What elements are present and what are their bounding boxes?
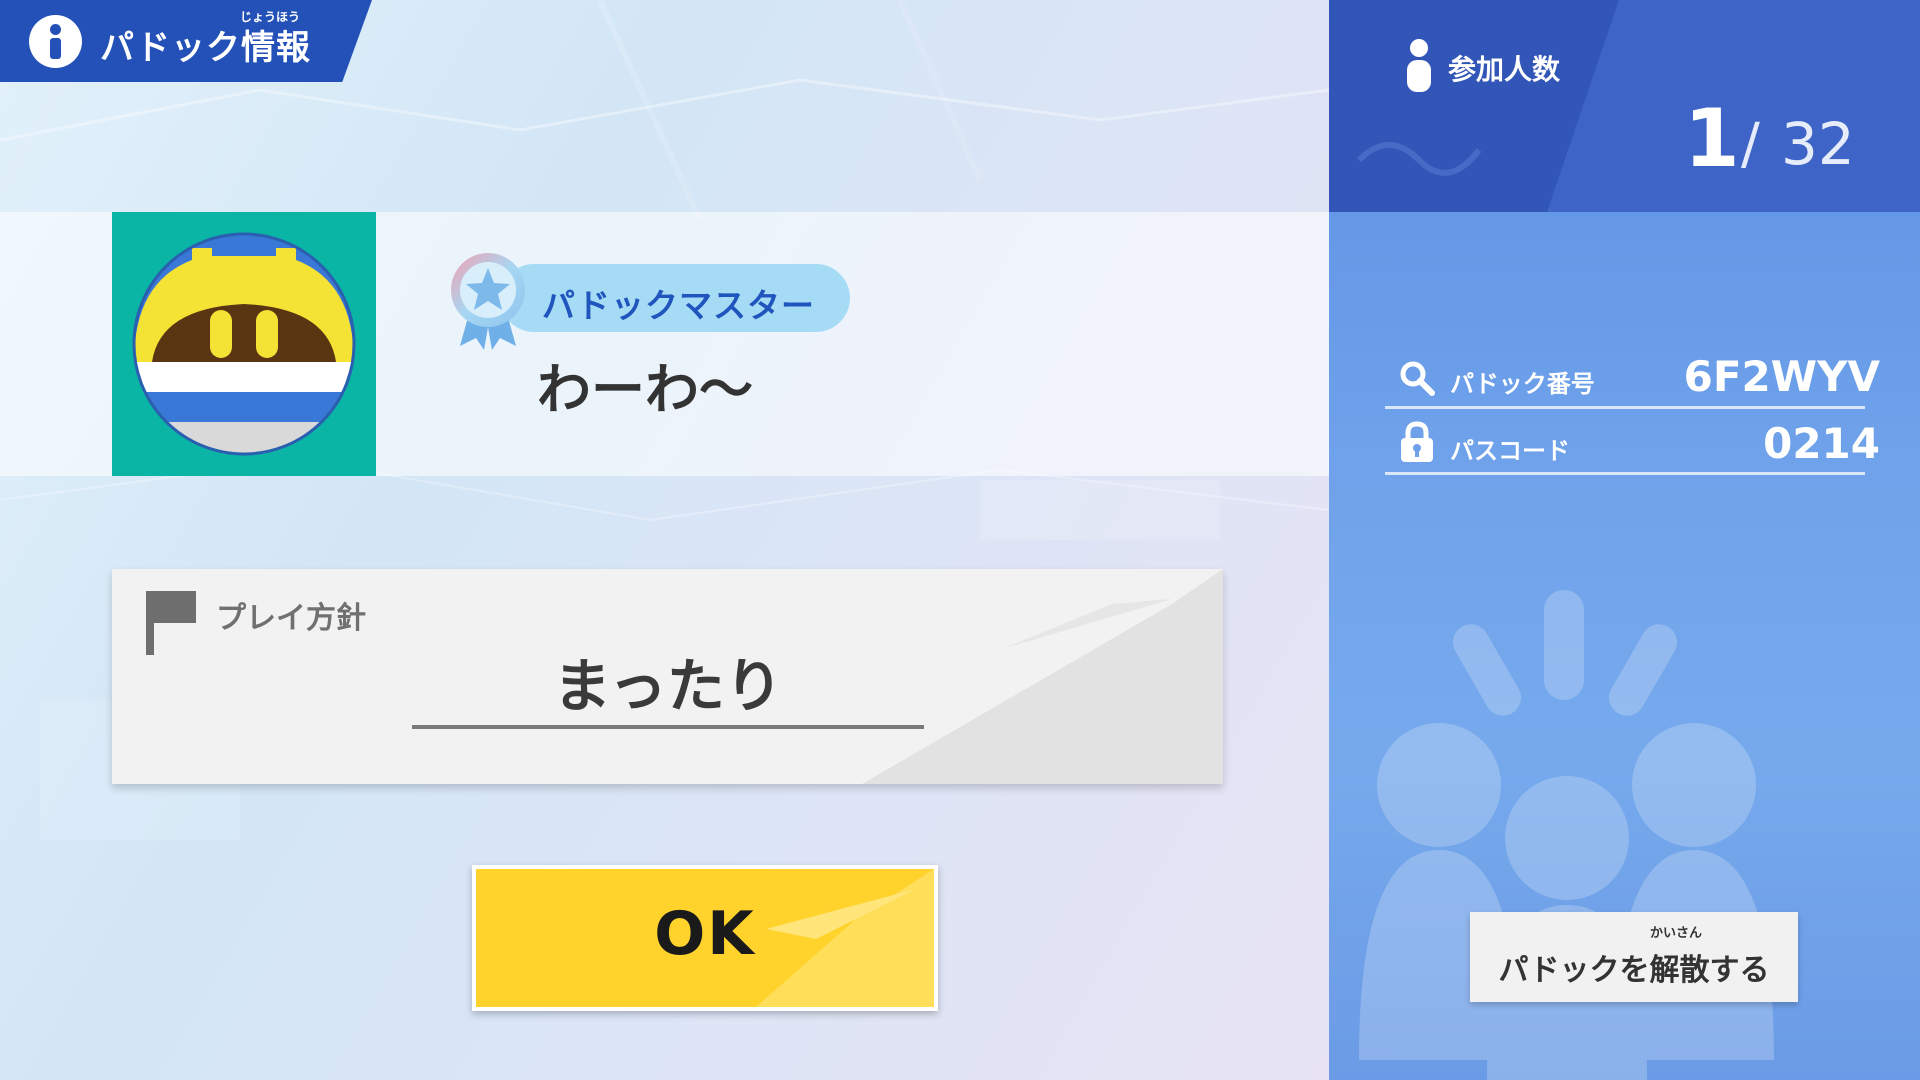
play-policy-label: プレイ方針 xyxy=(216,601,366,636)
crowd-decoration xyxy=(1359,590,1774,1080)
participants-label: 参加人数 xyxy=(1448,53,1561,86)
disband-ruby: かいさん xyxy=(1650,926,1703,941)
paddock-number-value: 6F2WYV xyxy=(1683,352,1880,401)
info-icon xyxy=(29,15,82,68)
participants-max: 32 xyxy=(1781,110,1855,178)
avatar xyxy=(112,212,376,476)
disband-button-label: パドックを解散する xyxy=(1498,953,1770,988)
flag-icon xyxy=(146,591,196,655)
paddock-info-screen: じょうほう パドック情報 パドックマスター わーわ〜 プレイ方針 まったり OK… xyxy=(0,0,1920,1080)
participants-current: 1 xyxy=(1684,92,1740,185)
passcode-divider xyxy=(1385,472,1865,475)
rank-title: パドックマスター xyxy=(542,286,815,325)
paddock-number-divider xyxy=(1385,406,1865,409)
play-policy-card: プレイ方針 まったり xyxy=(112,569,1223,784)
person-icon xyxy=(1407,39,1431,92)
player-name: わーわ〜 xyxy=(537,358,753,421)
ok-button-label: OK xyxy=(654,899,756,969)
magolor-ship-avatar-icon xyxy=(132,232,356,456)
header-tab: じょうほう パドック情報 xyxy=(0,0,372,82)
play-policy-value: まったり xyxy=(553,652,783,720)
passcode-value: 0214 xyxy=(1763,419,1880,468)
participants-header: 参加人数 1 / 32 xyxy=(1329,0,1920,212)
star-medal-icon xyxy=(451,253,525,350)
play-policy-underline xyxy=(412,725,924,729)
ok-button[interactable]: OK xyxy=(472,865,938,1011)
lock-icon xyxy=(1401,421,1433,462)
right-panel: 参加人数 1 / 32 パドック番号 6F2WYV パスコード 0214 かいさ… xyxy=(1329,0,1920,1080)
search-icon xyxy=(1400,361,1435,396)
passcode-label: パスコード xyxy=(1450,437,1570,465)
disband-paddock-button[interactable]: かいさん パドックを解散する xyxy=(1470,912,1798,1002)
page-title: パドック情報 xyxy=(100,28,312,68)
header-slant-decoration xyxy=(1329,0,1619,212)
participants-separator: / xyxy=(1741,112,1760,177)
paddock-number-label: パドック番号 xyxy=(1450,370,1595,398)
